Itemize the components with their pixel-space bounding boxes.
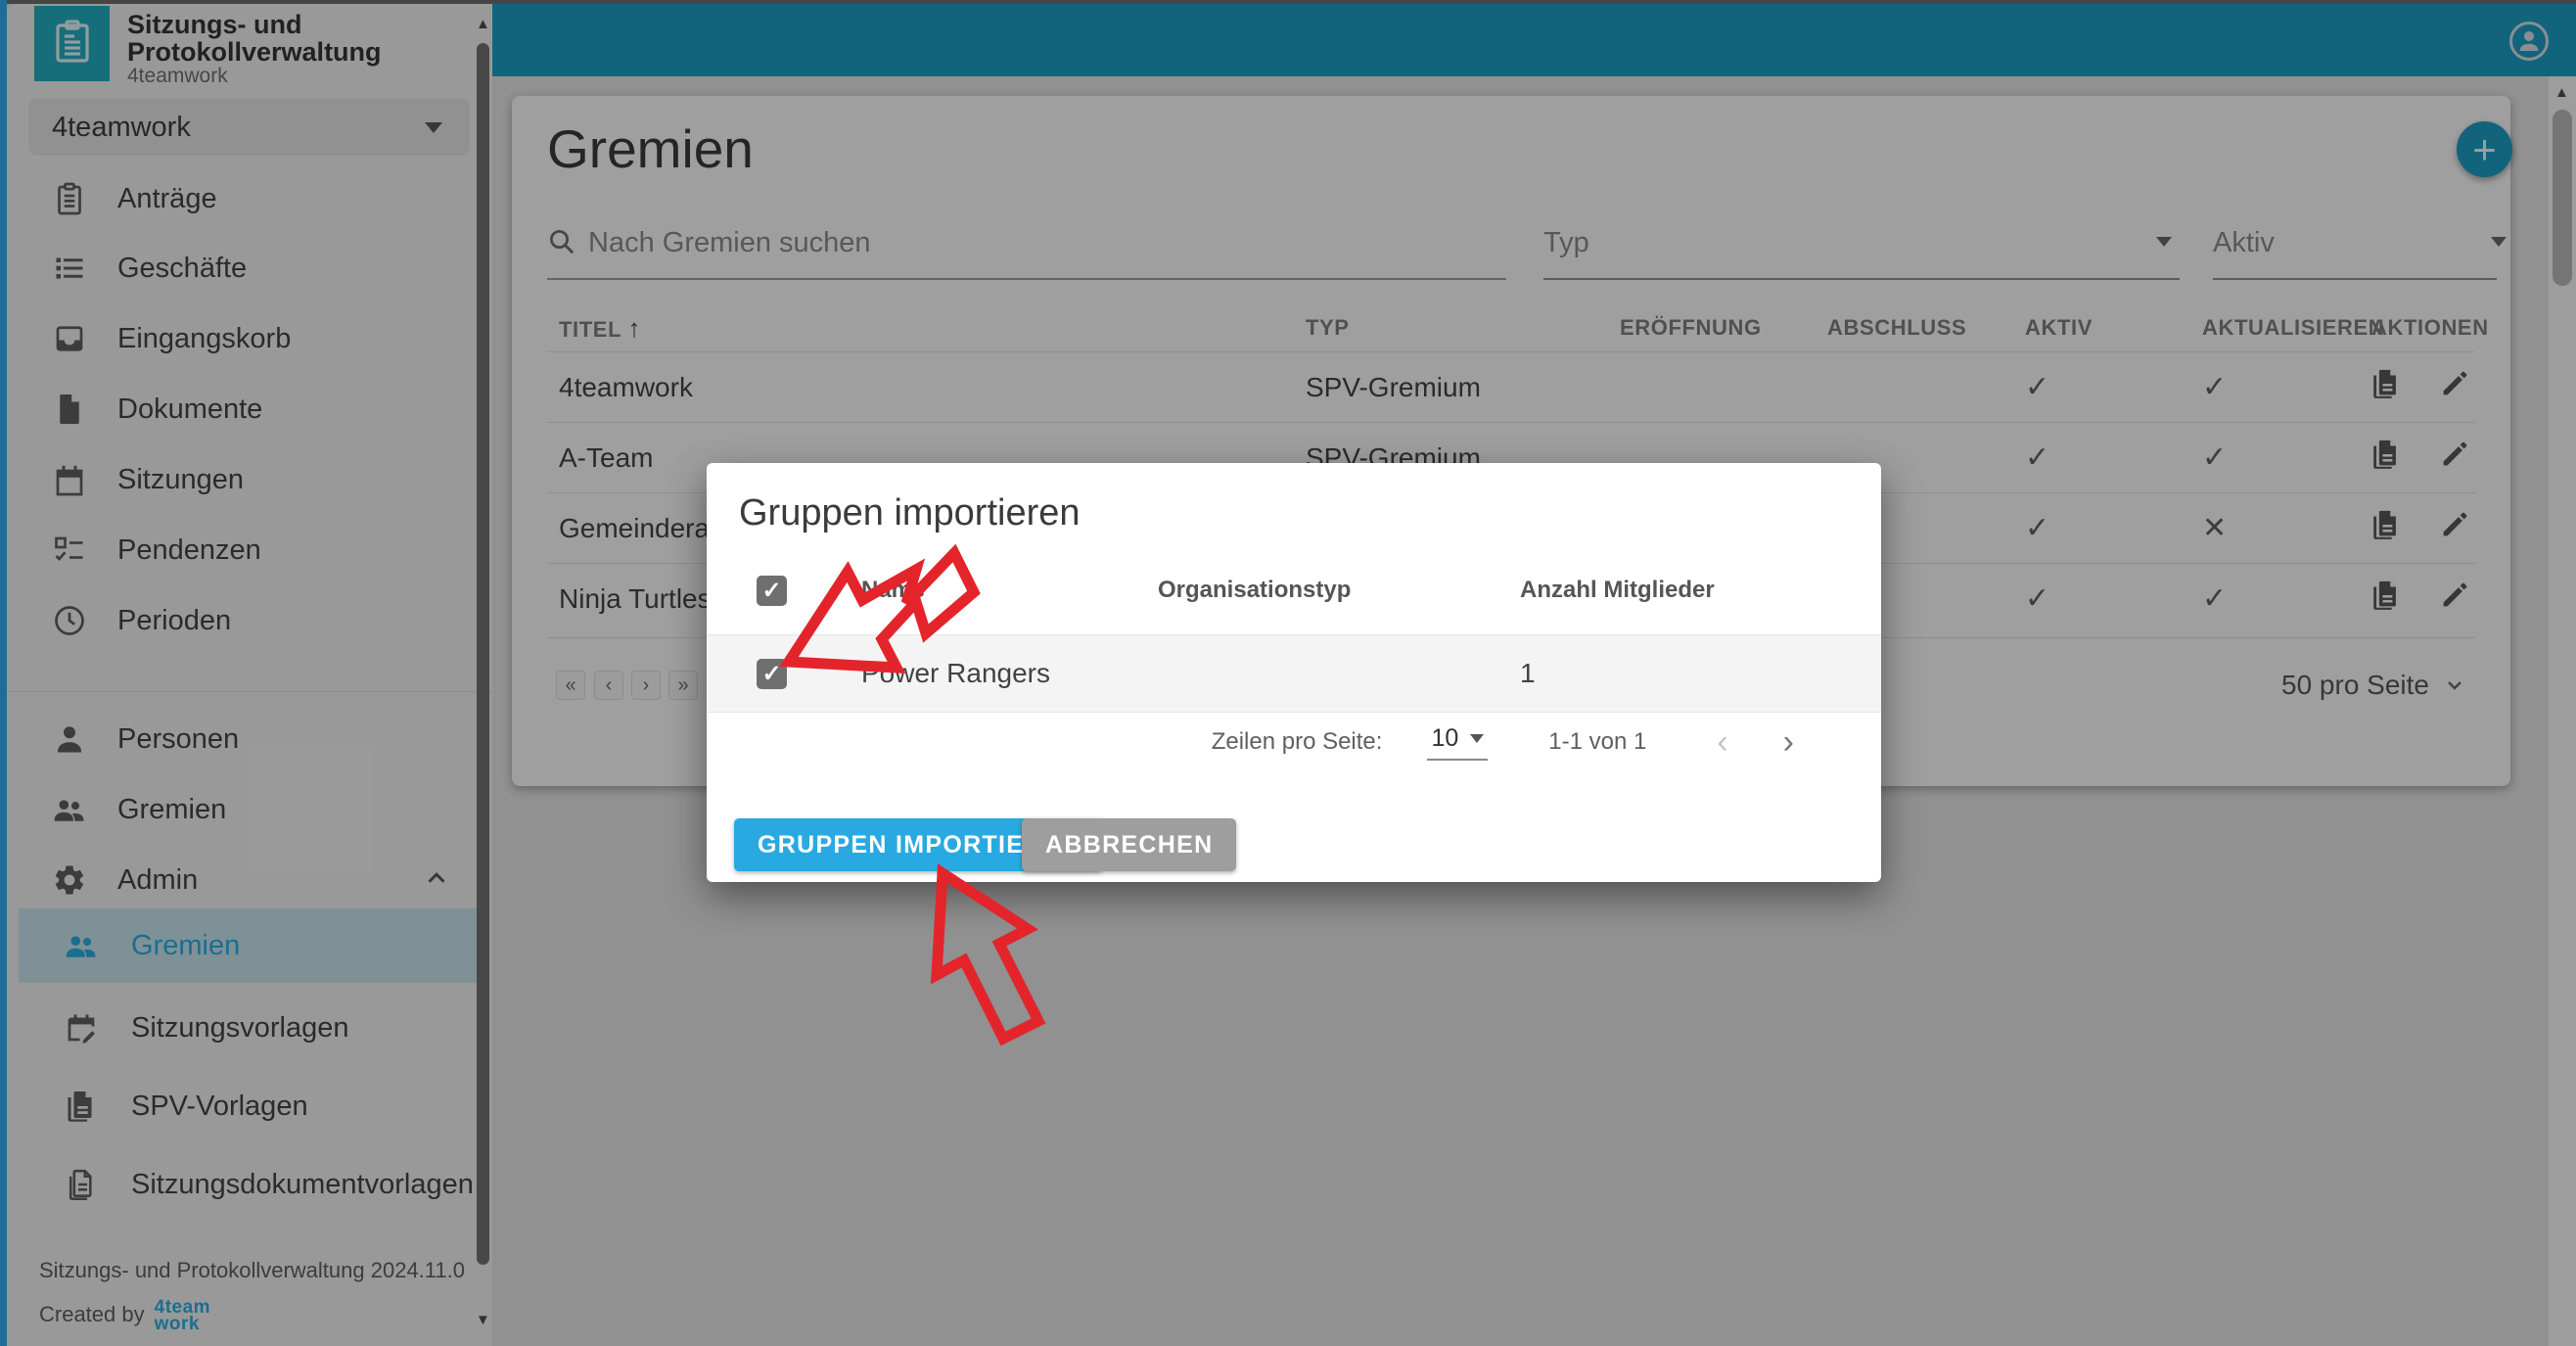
caret-down-icon: [1470, 734, 1484, 743]
cell-anzahl-mitglieder: 1: [1520, 658, 1849, 689]
rows-per-page-select[interactable]: 10: [1427, 724, 1488, 761]
cell-name: Power Rangers: [861, 658, 1158, 689]
dialog-table-header: ✓ Name Organisationstyp Anzahl Mitgliede…: [739, 559, 1849, 622]
dialog-table-row[interactable]: ✓ Power Rangers 1: [707, 634, 1881, 713]
next-page-chevron[interactable]: ›: [1783, 723, 1794, 762]
column-header-organisationstyp: Organisationstyp: [1158, 577, 1520, 604]
column-header-anzahl-mitglieder: Anzahl Mitglieder: [1520, 577, 1849, 604]
select-all-checkbox[interactable]: ✓: [757, 576, 787, 606]
dialog-title: Gruppen importieren: [739, 492, 1081, 534]
rows-per-page-label: Zeilen pro Seite:: [1212, 728, 1383, 756]
app-window: Sitzungs- und Protokollverwaltung 4teamw…: [0, 0, 2576, 1346]
pagination-range: 1-1 von 1: [1548, 728, 1646, 756]
cancel-button[interactable]: ABBRECHEN: [1022, 818, 1236, 871]
import-groups-dialog: Gruppen importieren ✓ Name Organisations…: [707, 463, 1881, 882]
row-checkbox[interactable]: ✓: [757, 659, 787, 689]
dialog-pagination: Zeilen pro Seite: 10 1-1 von 1 ‹ ›: [707, 719, 1849, 765]
column-header-name: Name: [861, 577, 1158, 604]
prev-page-chevron[interactable]: ‹: [1717, 723, 1727, 762]
